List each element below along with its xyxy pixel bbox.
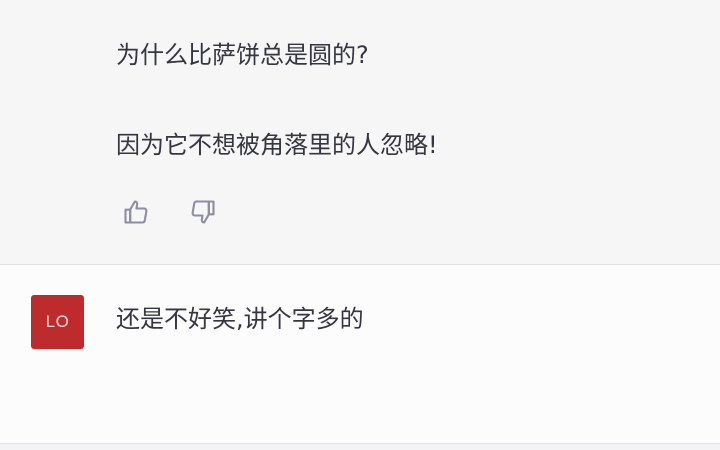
thumbs-up-button[interactable]	[120, 196, 152, 228]
assistant-message-line-2: 因为它不想被角落里的人忽略!	[116, 131, 438, 159]
user-message: LO 还是不好笑,讲个字多的	[0, 265, 720, 444]
thumbs-up-icon	[124, 200, 148, 224]
assistant-message-line-1: 为什么比萨饼总是圆的?	[116, 41, 369, 69]
avatar-initials: LO	[45, 312, 70, 331]
thumbs-down-button[interactable]	[187, 196, 219, 228]
user-message-text: 还是不好笑,讲个字多的	[116, 305, 364, 333]
assistant-message: 为什么比萨饼总是圆的? 因为它不想被角落里的人忽略!	[0, 0, 720, 265]
thumbs-down-icon	[191, 200, 215, 224]
avatar: LO	[31, 295, 84, 349]
next-message-edge	[0, 444, 720, 450]
